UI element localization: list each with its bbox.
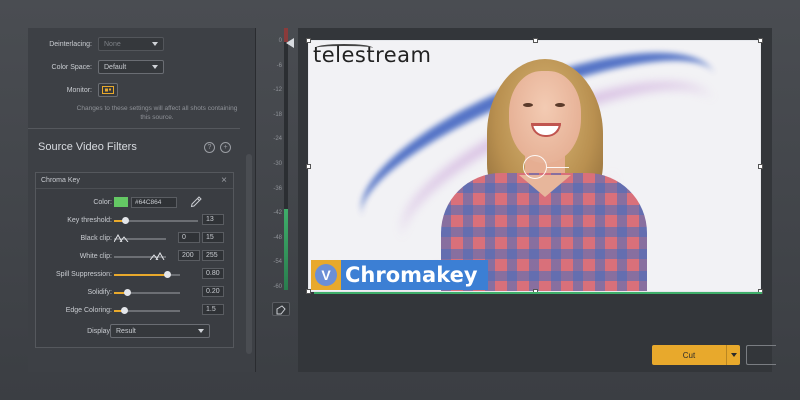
settings-note: Changes to these settings will affect al…: [76, 105, 238, 121]
pen-tool-button[interactable]: [272, 302, 290, 316]
add-filter-icon[interactable]: +: [220, 142, 231, 153]
transform-gizmo-handle[interactable]: [547, 167, 569, 168]
deinterlacing-value: None: [104, 40, 121, 48]
filter-header: Chroma Key ×: [36, 173, 233, 189]
brand-logo: telestream: [313, 43, 432, 67]
monitor-label: Monitor:: [66, 86, 92, 94]
solidify-row: Solidify: 0.20: [36, 286, 233, 300]
monitor-icon: [102, 85, 114, 94]
white-clip-high-input[interactable]: 255: [202, 250, 224, 261]
key-threshold-row: Key threshold: 13: [36, 214, 233, 228]
meter-scale-label: -60: [273, 284, 282, 290]
solidify-label: Solidify:: [87, 289, 112, 296]
meter-scale-label: -24: [273, 136, 282, 143]
secondary-button[interactable]: [746, 345, 776, 365]
edge-coloring-input[interactable]: 1.5: [202, 304, 224, 315]
chevron-down-icon: [152, 42, 158, 46]
filter-title: Chroma Key: [41, 177, 80, 184]
display-select[interactable]: Result: [110, 324, 210, 338]
section-title: Source Video Filters: [38, 141, 137, 153]
chevron-down-icon: [198, 329, 204, 333]
meter-scale-label: -18: [273, 111, 282, 118]
deinterlacing-label: Deinterlacing:: [49, 40, 92, 48]
meter-level: [284, 208, 288, 290]
monitor-button[interactable]: [98, 83, 118, 97]
spill-suppression-row: Spill Suppression: 0.80: [36, 268, 233, 282]
solidify-slider[interactable]: [124, 289, 132, 296]
source-settings-panel: Deinterlacing: None Color Space: Default…: [28, 28, 256, 372]
spill-suppression-input[interactable]: 0.80: [202, 268, 224, 279]
chevron-down-icon: [730, 353, 737, 357]
lower-third-logo-mark: V: [315, 264, 337, 286]
white-clip-low-input[interactable]: 200: [178, 250, 200, 261]
key-threshold-input[interactable]: 13: [202, 214, 224, 225]
color-space-select[interactable]: Default: [98, 60, 164, 74]
color-space-value: Default: [104, 63, 127, 71]
spill-suppression-fill: [114, 274, 167, 276]
color-row: Color: #64C864: [36, 196, 233, 210]
video-preview[interactable]: telestream V Chromakey: [308, 40, 761, 292]
clip-indicator: [314, 292, 762, 294]
key-threshold-slider[interactable]: [121, 217, 129, 224]
edge-coloring-slider[interactable]: [120, 307, 128, 314]
panel-scrollbar[interactable]: [246, 154, 252, 354]
display-label: Display:: [87, 328, 112, 335]
transform-gizmo[interactable]: [523, 155, 547, 179]
color-label: Color:: [93, 199, 112, 206]
lower-third-title: Chromakey: [341, 260, 488, 290]
divider: [28, 128, 240, 129]
display-row: Display: Result: [36, 324, 233, 339]
key-color-swatch[interactable]: [114, 197, 128, 207]
edge-coloring-label: Edge Coloring:: [65, 307, 112, 314]
edge-coloring-row: Edge Coloring: 1.5: [36, 304, 233, 318]
spill-suppression-slider[interactable]: [163, 271, 171, 278]
pen-icon: [276, 305, 286, 315]
meter-scale-label: -12: [273, 87, 282, 94]
lower-third-logo: V: [311, 260, 341, 290]
deinterlacing-row: Deinterlacing: None: [28, 37, 164, 51]
meter-scale-label: -6: [276, 62, 282, 69]
cut-label: Cut: [682, 350, 696, 360]
monitor-row: Monitor:: [28, 83, 118, 97]
presenter-eye: [555, 103, 565, 107]
color-space-row: Color Space: Default: [28, 60, 164, 74]
spill-suppression-label: Spill Suppression:: [55, 271, 112, 278]
display-value: Result: [116, 327, 136, 335]
eyedropper-icon[interactable]: [190, 196, 202, 208]
audio-meter: 0 -6 -12 -18 -24 -30 -36 -42 -48 -54 -60: [262, 28, 296, 298]
cut-button[interactable]: Cut: [652, 345, 740, 365]
close-icon[interactable]: ×: [221, 175, 227, 186]
meter-scale-label: -42: [273, 210, 282, 217]
black-clip-row: Black clip: 0 15: [36, 232, 233, 246]
meter-scale-label: -54: [273, 259, 282, 266]
white-clip-row: White clip: 200 255: [36, 250, 233, 264]
black-clip-low-input[interactable]: 0: [178, 232, 200, 243]
presenter-eye: [523, 103, 533, 107]
meter-scale-label: 0: [278, 38, 282, 44]
key-threshold-label: Key threshold:: [67, 217, 112, 224]
solidify-input[interactable]: 0.20: [202, 286, 224, 297]
black-clip-high-input[interactable]: 15: [202, 232, 224, 243]
help-icon[interactable]: ?: [204, 142, 215, 153]
meter-scale-label: -36: [273, 185, 282, 192]
black-clip-handle-icon[interactable]: [114, 234, 130, 242]
color-hex-field[interactable]: #64C864: [131, 197, 177, 208]
meter-scale-label: -48: [273, 234, 282, 241]
cut-options-dropdown[interactable]: [726, 345, 740, 365]
presenter-face: [509, 71, 581, 163]
white-clip-handle-icon[interactable]: [150, 252, 166, 260]
white-clip-label: White clip:: [79, 253, 112, 260]
lower-third: V Chromakey: [311, 259, 488, 291]
chroma-key-filter: Chroma Key × Color: #64C864 Key threshol…: [35, 172, 234, 348]
deinterlacing-select[interactable]: None: [98, 37, 164, 51]
play-icon[interactable]: [286, 38, 294, 48]
color-space-label: Color Space:: [51, 63, 92, 71]
meter-scale-label: -30: [273, 161, 282, 167]
black-clip-label: Black clip:: [80, 235, 112, 242]
chevron-down-icon: [152, 65, 158, 69]
